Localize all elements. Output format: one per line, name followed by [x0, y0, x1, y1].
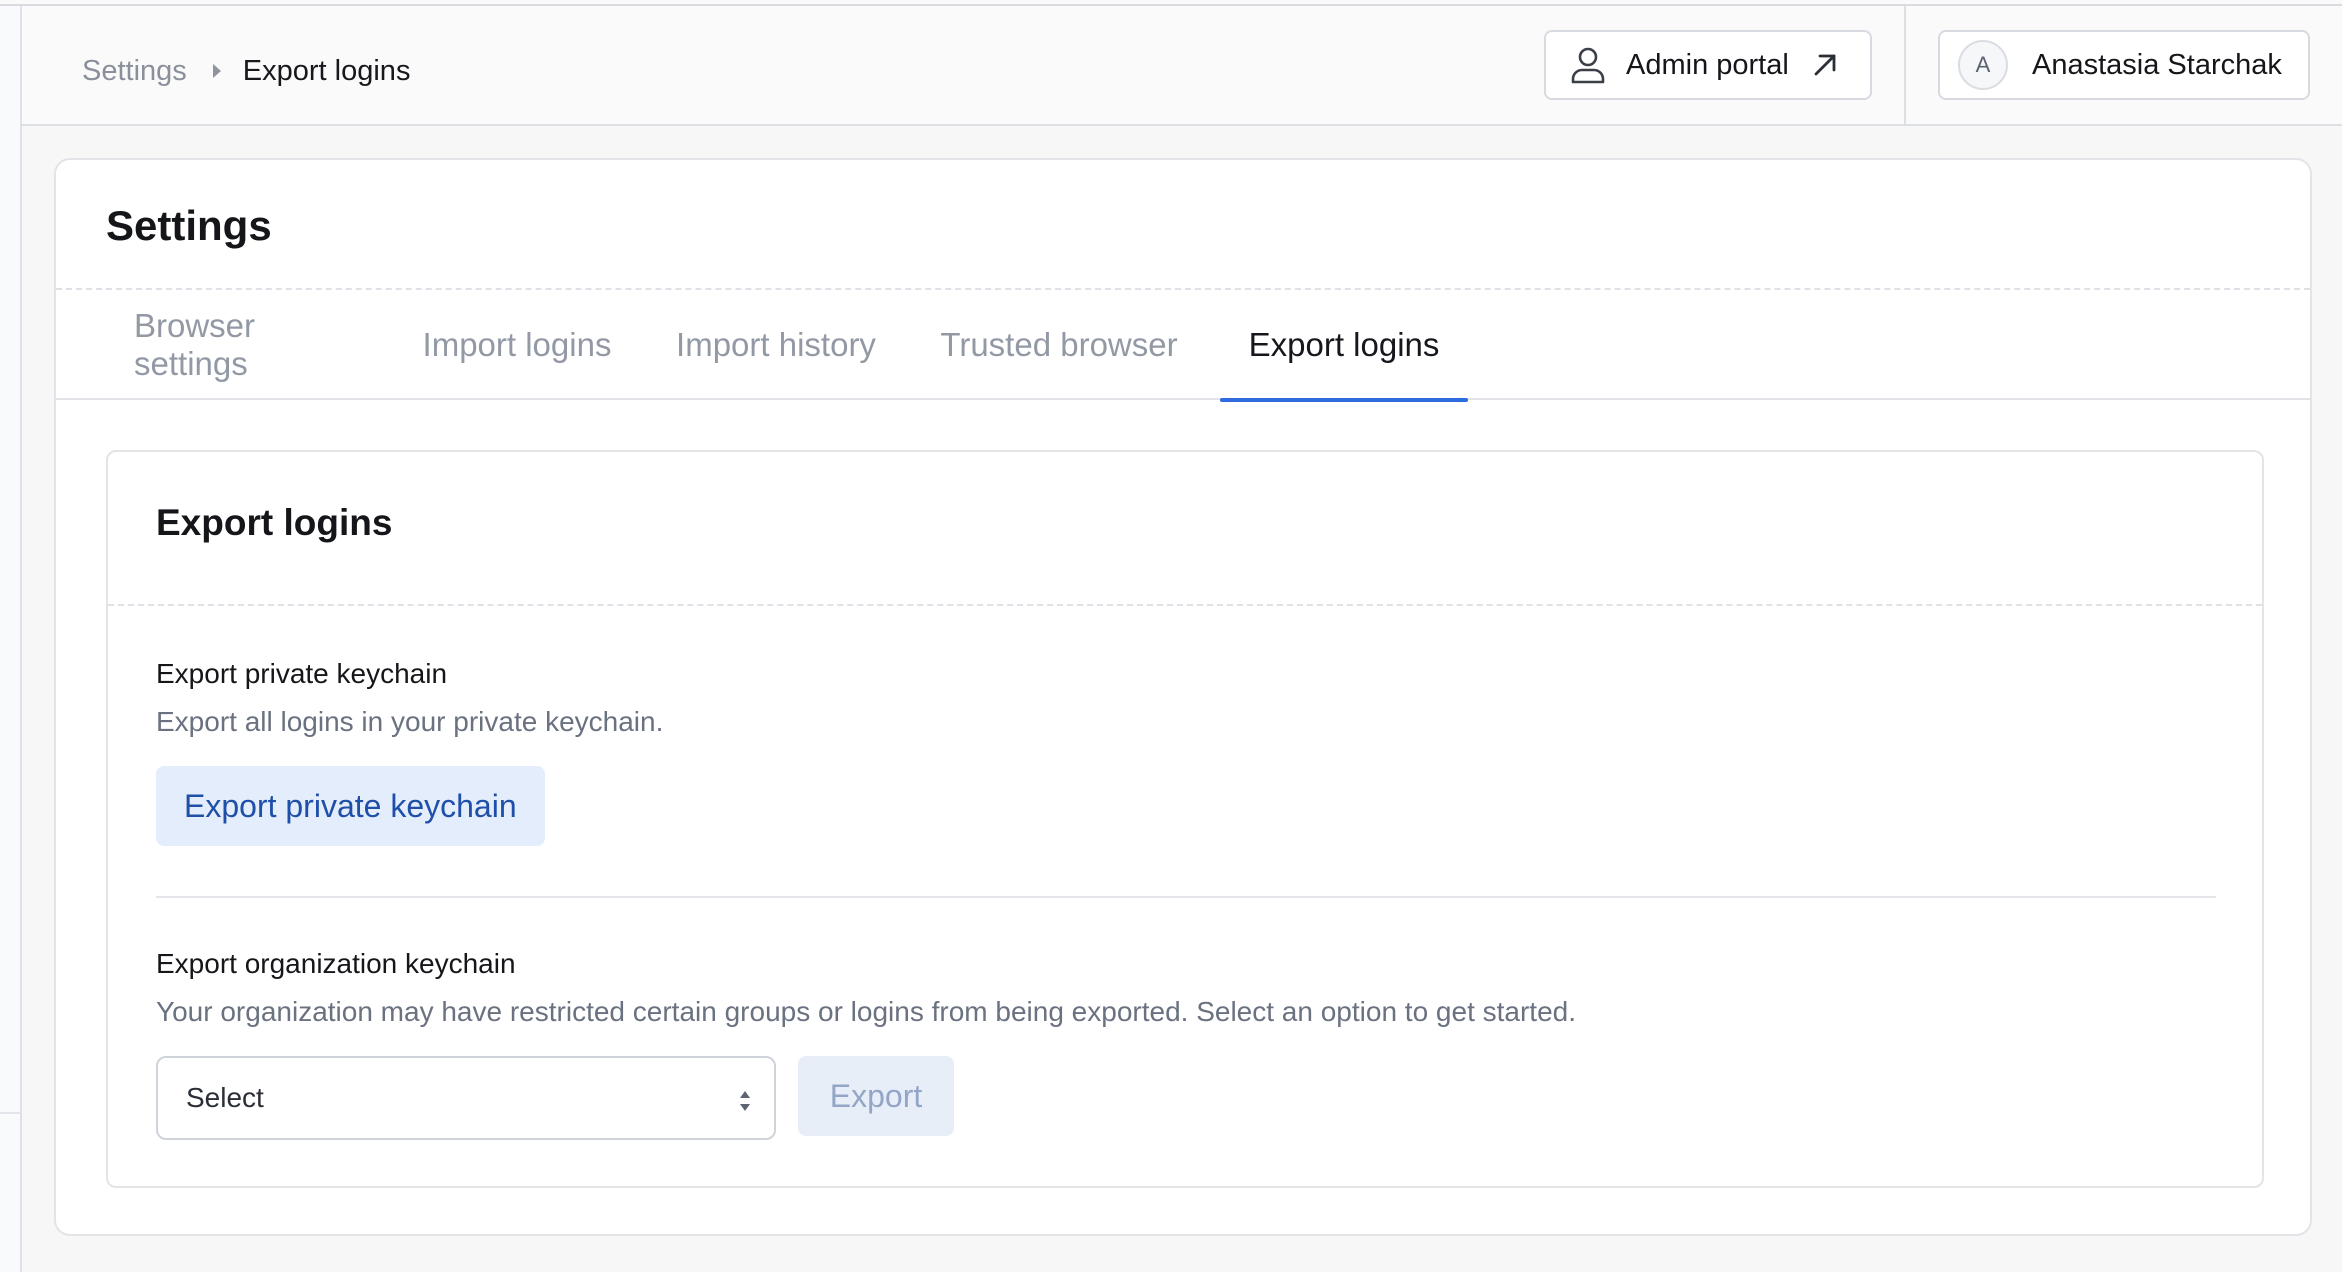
- tab-export-logins[interactable]: Export logins: [1220, 290, 1468, 402]
- select-value: Select: [186, 1082, 264, 1113]
- tab-import-logins[interactable]: Import logins: [410, 290, 624, 400]
- avatar: A: [1958, 40, 2008, 90]
- left-rail: [0, 6, 22, 1272]
- export-logins-card: Export logins Export private keychain Ex…: [106, 450, 2264, 1188]
- tab-trusted-browser[interactable]: Trusted browser: [928, 290, 1190, 400]
- settings-card: Settings Browser settings Import logins …: [54, 158, 2312, 1236]
- chevron-up-down-icon: [740, 1091, 750, 1111]
- tab-browser-settings[interactable]: Browser settings: [134, 290, 364, 400]
- arrow-up-right-icon: [1814, 54, 1836, 76]
- left-rail-divider: [0, 1112, 20, 1114]
- header-divider: [1904, 6, 1906, 126]
- organization-keychain-title: Export organization keychain: [156, 948, 516, 979]
- export-private-keychain-button[interactable]: Export private keychain: [156, 766, 545, 846]
- page-title: Settings: [106, 202, 272, 249]
- section-divider: [156, 896, 2216, 898]
- card-divider: [108, 604, 2262, 606]
- organization-keychain-description: Your organization may have restricted ce…: [156, 996, 1577, 1027]
- private-keychain-title: Export private keychain: [156, 658, 448, 689]
- person-icon: [1571, 47, 1605, 84]
- admin-portal-button[interactable]: Admin portal: [1544, 30, 1872, 100]
- user-name: Anastasia Starchak: [2032, 48, 2282, 81]
- settings-tabs: Browser settings Import logins Import hi…: [56, 290, 2310, 402]
- export-button[interactable]: Export: [798, 1056, 954, 1136]
- export-logins-title: Export logins: [156, 502, 393, 543]
- admin-portal-label: Admin portal: [1626, 48, 1789, 81]
- breadcrumb-current: Export logins: [242, 54, 411, 87]
- caret-right-icon: [212, 64, 221, 78]
- user-menu-button[interactable]: A Anastasia Starchak: [1938, 30, 2310, 100]
- breadcrumb-settings-link[interactable]: Settings: [82, 55, 187, 88]
- breadcrumb: Settings Export logins: [82, 46, 410, 96]
- private-keychain-description: Export all logins in your private keycha…: [156, 706, 664, 737]
- top-bar: Settings Export logins Admin portal A An…: [22, 6, 2342, 126]
- organization-export-select[interactable]: Select: [156, 1056, 776, 1140]
- tab-import-history[interactable]: Import history: [662, 290, 890, 400]
